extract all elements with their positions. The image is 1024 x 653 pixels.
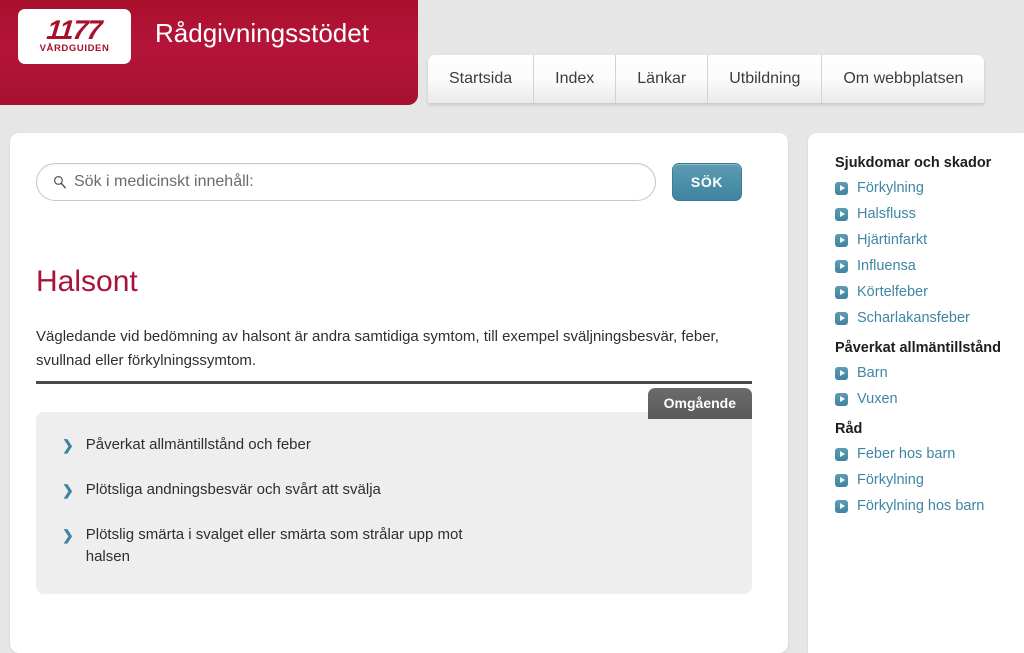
sidebar-heading: Sjukdomar och skador: [835, 155, 992, 171]
site-title: Rådgivningsstödet: [155, 18, 369, 48]
sidebar-link-label: Halsfluss: [857, 206, 916, 222]
page-title: Halsont: [36, 265, 138, 298]
symptom-card-zone: Omgående ❯ Påverkat allmäntillstånd och …: [36, 381, 752, 594]
search-input[interactable]: Sök i medicinskt innehåll:: [36, 163, 656, 201]
sidebar-link-influensa[interactable]: Influensa: [835, 258, 1010, 274]
list-item-label: Plötslig smärta i svalget eller smärta s…: [85, 526, 463, 565]
nav-item-om-webbplatsen[interactable]: Om webbplatsen: [822, 55, 984, 103]
sidebar-link-scharlakansfeber[interactable]: Scharlakansfeber: [835, 310, 1010, 326]
arrow-right-icon: [835, 233, 848, 247]
arrow-right-icon: [835, 499, 848, 513]
sidebar-heading: Råd: [835, 421, 863, 437]
sidebar-link-vuxen[interactable]: Vuxen: [835, 391, 1010, 407]
nav-item-startsida[interactable]: Startsida: [428, 55, 535, 103]
arrow-right-icon: [835, 366, 848, 380]
list-item-label: Påverkat allmäntillstånd och feber: [85, 436, 311, 453]
nav-item-utbildning[interactable]: Utbildning: [708, 55, 823, 103]
sidebar-link-label: Förkylning hos barn: [857, 498, 985, 514]
search-placeholder: Sök i medicinskt innehåll:: [74, 173, 254, 190]
sidebar-link-label: Barn: [857, 365, 888, 381]
site-header: 1177 VÅRDGUIDEN Rådgivningsstödet: [0, 0, 418, 105]
logo-number: 1177: [45, 15, 104, 45]
sidebar-group-paverkat: Påverkat allmäntillstånd Barn Vuxen: [835, 340, 1010, 407]
search-submit-button[interactable]: SÖK: [672, 163, 742, 201]
sidebar-group-rad: Råd Feber hos barn Förkylning Förkylning…: [835, 421, 1010, 514]
sidebar-link-feber-hos-barn[interactable]: Feber hos barn: [835, 446, 1010, 462]
arrow-right-icon: [835, 181, 848, 195]
arrow-right-icon: [835, 285, 848, 299]
sidebar-link-label: Körtelfeber: [857, 284, 928, 300]
chevron-right-icon: ❯: [62, 527, 74, 543]
nav-item-index[interactable]: Index: [534, 55, 617, 103]
symptom-list-card: ❯ Påverkat allmäntillstånd och feber ❯ P…: [36, 412, 752, 594]
sidebar-link-label: Förkylning: [857, 472, 924, 488]
chevron-right-icon: ❯: [62, 482, 74, 498]
sidebar-link-label: Influensa: [857, 258, 916, 274]
main-content-panel: Sök i medicinskt innehåll: SÖK Halsont V…: [10, 133, 788, 653]
sidebar-link-label: Feber hos barn: [857, 446, 956, 462]
sidebar-link-barn[interactable]: Barn: [835, 365, 1010, 381]
arrow-right-icon: [835, 311, 848, 325]
sidebar-link-forkylning-rad[interactable]: Förkylning: [835, 472, 1010, 488]
arrow-right-icon: [835, 207, 848, 221]
sidebar-link-label: Scharlakansfeber: [857, 310, 970, 326]
list-item: ❯ Plötslig smärta i svalget eller smärta…: [62, 524, 726, 568]
sidebar-link-halsfluss[interactable]: Halsfluss: [835, 206, 1010, 222]
vardguiden-logo[interactable]: 1177 VÅRDGUIDEN: [18, 9, 131, 64]
sidebar-heading: Påverkat allmäntillstånd: [835, 340, 1002, 356]
arrow-right-icon: [835, 473, 848, 487]
list-item-label: Plötsliga andningsbesvär och svårt att s…: [85, 481, 381, 498]
nav-item-lankar[interactable]: Länkar: [616, 55, 709, 103]
sidebar-link-forkylning[interactable]: Förkylning: [835, 180, 1010, 196]
tab-omgaende[interactable]: Omgående: [647, 388, 752, 419]
column-gutter: [788, 105, 808, 564]
sidebar-link-kortelfeber[interactable]: Körtelfeber: [835, 284, 1010, 300]
arrow-right-icon: [835, 392, 848, 406]
search-icon: [53, 175, 66, 189]
sidebar-link-label: Förkylning: [857, 180, 924, 196]
sidebar-link-label: Vuxen: [857, 391, 898, 407]
section-divider: [36, 381, 752, 384]
chevron-right-icon: ❯: [62, 437, 74, 453]
intro-paragraph: Vägledande vid bedömning av halsont är a…: [36, 328, 719, 369]
arrow-right-icon: [835, 259, 848, 273]
list-item: ❯ Påverkat allmäntillstånd och feber: [62, 434, 726, 456]
sidebar-link-forkylning-hos-barn[interactable]: Förkylning hos barn: [835, 498, 1010, 514]
sidebar-group-sjukdomar: Sjukdomar och skador Förkylning Halsflus…: [835, 155, 1010, 326]
main-navigation: Startsida Index Länkar Utbildning Om web…: [428, 55, 985, 103]
arrow-right-icon: [835, 447, 848, 461]
sidebar-link-hjartinfarkt[interactable]: Hjärtinfarkt: [835, 232, 1010, 248]
sidebar-link-label: Hjärtinfarkt: [857, 232, 928, 248]
related-links-sidebar: Sjukdomar och skador Förkylning Halsflus…: [808, 133, 1024, 653]
list-item: ❯ Plötsliga andningsbesvär och svårt att…: [62, 479, 726, 501]
search-row: Sök i medicinskt innehåll: SÖK: [36, 163, 742, 201]
page-body: Sök i medicinskt innehåll: SÖK Halsont V…: [0, 105, 1024, 653]
